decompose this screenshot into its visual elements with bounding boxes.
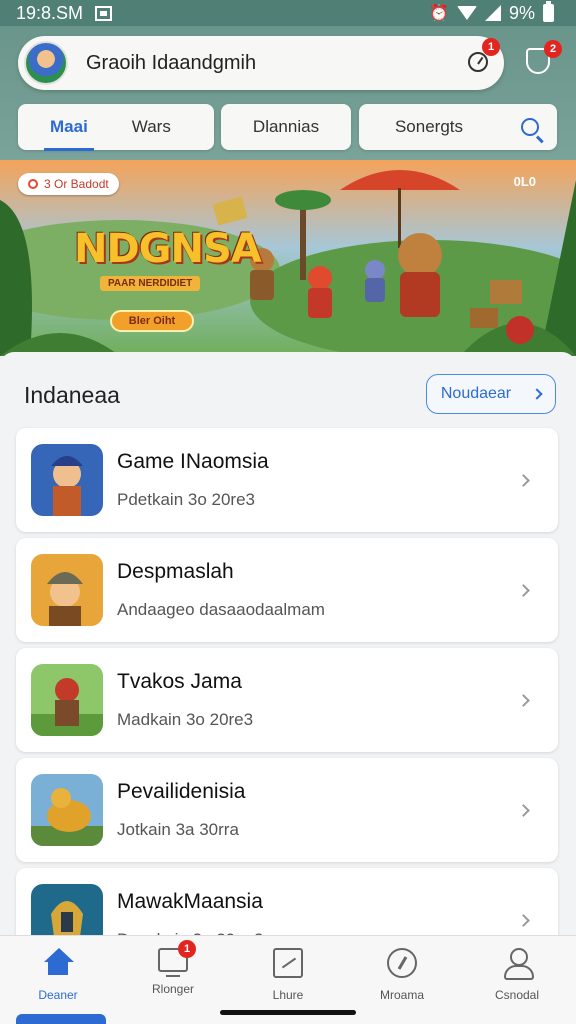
alarm-icon: ⏰ (429, 5, 449, 22)
list-item[interactable]: Despmaslah Andaageo dasaaodaalmam (16, 538, 558, 642)
nav-home-label: Deaner (38, 988, 78, 1002)
app-header: Graoih Idaandgmih 1 2 Maai Wars Dlannias… (0, 26, 576, 160)
section-title: Indaneaa (24, 382, 120, 408)
search-icon[interactable] (521, 118, 539, 136)
chevron-right-icon (517, 693, 530, 707)
content-panel: Indaneaa Noudaear Game INaomsia Pdetkain… (0, 352, 576, 972)
nav-monitor-badge: 1 (178, 940, 196, 958)
tag-icon (28, 179, 38, 189)
wifi-icon (456, 6, 477, 20)
promo-banner[interactable]: 3 Or Badodt 0L0 NDGNSA PAAR NERDIDIET Bl… (0, 160, 576, 356)
game-meta: Jotkain 3a 30rra (117, 820, 239, 839)
list-item[interactable]: Tvakos Jama Madkain 3o 20re3 (16, 648, 558, 752)
header-title: Graoih Idaandgmih (86, 51, 257, 74)
game-title: Despmaslah (117, 560, 234, 583)
home-icon (43, 948, 74, 978)
nav-monitor-label: Rlonger (151, 982, 195, 996)
banner-subtitle: PAAR NERDIDIET (100, 276, 201, 291)
tab-dlannias-label: Dlannias (252, 117, 320, 136)
game-title: Tvakos Jama (117, 670, 242, 693)
game-title: MawakMaansia (117, 890, 263, 913)
nav-monitor[interactable]: 1 Rlonger (128, 940, 218, 996)
avatar[interactable] (24, 41, 68, 85)
chevron-right-icon (517, 803, 530, 817)
edit-icon (273, 948, 303, 978)
game-thumbnail (31, 664, 103, 736)
tab-sonergts[interactable]: Sonergts (359, 104, 557, 150)
nav-explore[interactable]: Mroama (357, 948, 447, 1002)
history-badge: 1 (482, 38, 500, 56)
nav-explore-label: Mroama (379, 988, 424, 1002)
battery-icon (543, 1, 554, 22)
list-item[interactable]: Game INaomsia Pdetkain 3o 20re3 (16, 428, 558, 532)
game-title: Game INaomsia (117, 450, 269, 473)
banner-button[interactable]: Bler Oiht (110, 310, 194, 332)
nav-edit[interactable]: Lhure (243, 948, 333, 1002)
nav-edit-label: Lhure (272, 988, 304, 1002)
banner-corner-label: 0L0 (513, 174, 536, 189)
tab-group-main: Maai Wars (18, 104, 214, 151)
nav-profile[interactable]: Csnodal (472, 948, 562, 1002)
chevron-right-icon (517, 473, 530, 487)
people-icon (502, 948, 534, 980)
history-button[interactable]: 1 (468, 38, 500, 74)
game-meta: Pdetkain 3o 20re3 (117, 490, 255, 509)
game-thumbnail (31, 444, 103, 516)
profile-search-bar[interactable]: Graoih Idaandgmih 1 (18, 36, 504, 90)
game-title: Pevailidenisia (117, 780, 246, 803)
nav-home[interactable]: Deaner (13, 948, 103, 1002)
chevron-right-icon (531, 388, 543, 400)
banner-tag-label: 3 Or Badodt (44, 177, 109, 191)
tab-wars[interactable]: Wars (132, 117, 171, 137)
banner-tag: 3 Or Badodt (18, 173, 119, 195)
shield-button[interactable]: 2 (526, 40, 562, 76)
list-item[interactable]: Pevailidenisia Jotkain 3a 30rra (16, 758, 558, 862)
view-more-button[interactable]: Noudaear (426, 374, 556, 414)
screenshot-icon (95, 5, 113, 21)
banner-title: NDGNSA (74, 226, 262, 272)
shield-badge: 2 (544, 40, 562, 58)
home-indicator[interactable] (220, 1010, 356, 1015)
chevron-right-icon (517, 583, 530, 597)
tab-sonergts-label: Sonergts (394, 117, 464, 136)
active-indicator (16, 1014, 106, 1024)
signal-icon (484, 5, 501, 21)
status-bar: 19:8.SM ⏰ 9% (0, 0, 576, 26)
battery-level: 9% (508, 2, 535, 23)
game-thumbnail (31, 554, 103, 626)
game-meta: Andaageo dasaaodaalmam (117, 600, 325, 619)
status-time: 19:8.SM (16, 2, 84, 23)
tab-bar: Maai Wars Dlannias Sonergts (0, 104, 576, 151)
clock-icon (468, 52, 488, 72)
tab-dlannias[interactable]: Dlannias (221, 104, 351, 150)
chevron-right-icon (517, 913, 530, 927)
compass-icon (387, 948, 417, 978)
game-thumbnail (31, 774, 103, 846)
view-more-label: Noudaear (440, 385, 512, 402)
game-meta: Madkain 3o 20re3 (117, 710, 254, 729)
tab-maai[interactable]: Maai (44, 117, 94, 151)
nav-profile-label: Csnodal (494, 988, 540, 1002)
